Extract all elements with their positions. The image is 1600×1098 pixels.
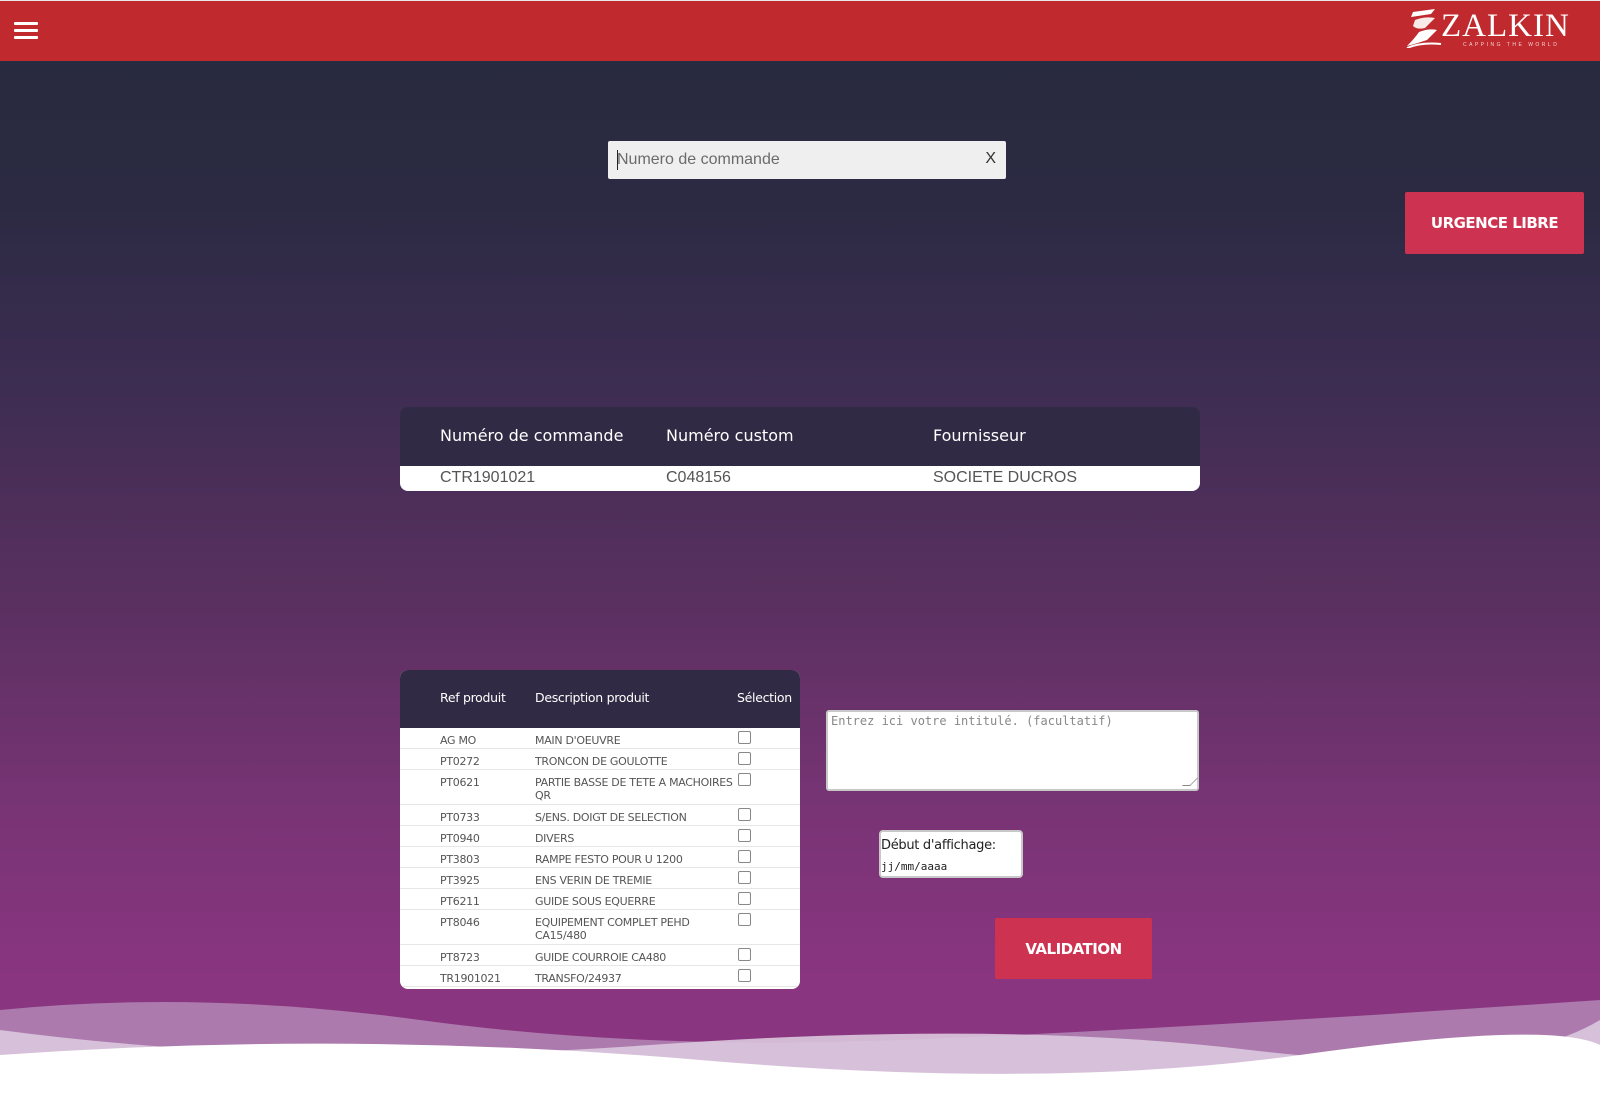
product-desc: EQUIPEMENT COMPLET PEHD CA15/480	[535, 916, 690, 942]
product-desc: TRONCON DE GOULOTTE	[535, 755, 668, 768]
select-checkbox[interactable]	[738, 948, 751, 961]
clear-search-button[interactable]: X	[985, 150, 996, 168]
order-header-fournisseur: Fournisseur	[933, 426, 1026, 445]
table-row: TR1901021 TRANSFO/24937	[400, 966, 800, 987]
resize-grip-icon[interactable]	[1182, 778, 1198, 786]
order-header-numero: Numéro de commande	[440, 426, 624, 445]
logo-mark-icon	[1406, 9, 1442, 48]
product-ref: PT0272	[440, 755, 480, 768]
select-checkbox[interactable]	[738, 752, 751, 765]
table-row: AG MO MAIN D'OEUVRE	[400, 728, 800, 749]
product-desc: PARTIE BASSE DE TETE A MACHOIRES QR	[535, 776, 733, 802]
product-desc: DIVERS	[535, 832, 575, 845]
table-row: PT8046 EQUIPEMENT COMPLET PEHD CA15/480	[400, 910, 800, 945]
zalkin-logo[interactable]: ZALKIN CAPPING THE WORLD	[1405, 6, 1590, 50]
product-desc: GUIDE SOUS EQUERRE	[535, 895, 656, 908]
product-ref: PT0940	[440, 832, 480, 845]
product-ref: PT0621	[440, 776, 480, 789]
table-row: PT0621 PARTIE BASSE DE TETE A MACHOIRES …	[400, 770, 800, 805]
select-checkbox[interactable]	[738, 871, 751, 884]
date-input[interactable]: jj/mm/aaaa	[881, 860, 947, 873]
product-table: Ref produit Description produit Sélectio…	[400, 670, 800, 989]
product-ref: PT8723	[440, 951, 480, 964]
product-ref: PT0733	[440, 811, 480, 824]
product-table-header: Ref produit Description produit Sélectio…	[400, 670, 800, 728]
order-custom: C048156	[666, 469, 731, 486]
table-row: PT8723 GUIDE COURROIE CA480	[400, 945, 800, 966]
product-ref: PT6211	[440, 895, 480, 908]
order-numero: CTR1901021	[440, 469, 536, 486]
search-input[interactable]	[617, 141, 967, 179]
order-table: Numéro de commande Numéro custom Fournis…	[400, 407, 1200, 491]
date-label: Début d'affichage:	[881, 838, 996, 853]
order-row[interactable]: CTR1901021 C048156 SOCIETE DUCROS	[400, 466, 1200, 491]
decorative-waves	[0, 1000, 1600, 1098]
search-box: X	[608, 141, 1006, 179]
product-header-ref: Ref produit	[440, 690, 506, 705]
note-textarea[interactable]: Entrez ici votre intitulé. (facultatif)	[826, 710, 1199, 791]
hamburger-icon[interactable]	[14, 22, 38, 42]
order-table-header: Numéro de commande Numéro custom Fournis…	[400, 407, 1200, 466]
select-checkbox[interactable]	[738, 892, 751, 905]
date-field[interactable]: Début d'affichage: jj/mm/aaaa	[879, 830, 1023, 878]
logo-text: ZALKIN	[1441, 8, 1570, 44]
select-checkbox[interactable]	[738, 913, 751, 926]
product-desc: MAIN D'OEUVRE	[535, 734, 621, 747]
table-row: PT0940 DIVERS	[400, 826, 800, 847]
select-checkbox[interactable]	[738, 731, 751, 744]
table-row: PT3803 RAMPE FESTO POUR U 1200	[400, 847, 800, 868]
product-ref: TR1901021	[440, 972, 501, 985]
select-checkbox[interactable]	[738, 808, 751, 821]
urgence-libre-button[interactable]: URGENCE LIBRE	[1405, 192, 1584, 254]
text-caret	[617, 150, 618, 170]
product-desc: TRANSFO/24937	[535, 972, 622, 985]
table-row: PT3925 ENS VERIN DE TREMIE	[400, 868, 800, 889]
product-ref: AG MO	[440, 734, 477, 747]
select-checkbox[interactable]	[738, 969, 751, 982]
select-checkbox[interactable]	[738, 829, 751, 842]
product-desc: S/ENS. DOIGT DE SELECTION	[535, 811, 687, 824]
table-row: PT6211 GUIDE SOUS EQUERRE	[400, 889, 800, 910]
table-row: PT0733 S/ENS. DOIGT DE SELECTION	[400, 805, 800, 826]
order-header-custom: Numéro custom	[666, 426, 794, 445]
product-header-selection: Sélection	[737, 690, 792, 705]
product-header-desc: Description produit	[535, 690, 650, 705]
product-desc: ENS VERIN DE TREMIE	[535, 874, 652, 887]
table-row: PT0272 TRONCON DE GOULOTTE	[400, 749, 800, 770]
select-checkbox[interactable]	[738, 850, 751, 863]
select-checkbox[interactable]	[738, 773, 751, 786]
product-ref: PT3803	[440, 853, 480, 866]
product-ref: PT8046	[440, 916, 480, 929]
note-placeholder: Entrez ici votre intitulé. (facultatif)	[831, 714, 1113, 728]
product-desc: GUIDE COURROIE CA480	[535, 951, 666, 964]
top-bar: ZALKIN CAPPING THE WORLD	[0, 0, 1600, 61]
product-ref: PT3925	[440, 874, 480, 887]
validation-button[interactable]: VALIDATION	[995, 918, 1152, 979]
order-fournisseur: SOCIETE DUCROS	[933, 469, 1078, 486]
product-desc: RAMPE FESTO POUR U 1200	[535, 853, 683, 866]
logo-tagline: CAPPING THE WORLD	[1463, 42, 1560, 48]
